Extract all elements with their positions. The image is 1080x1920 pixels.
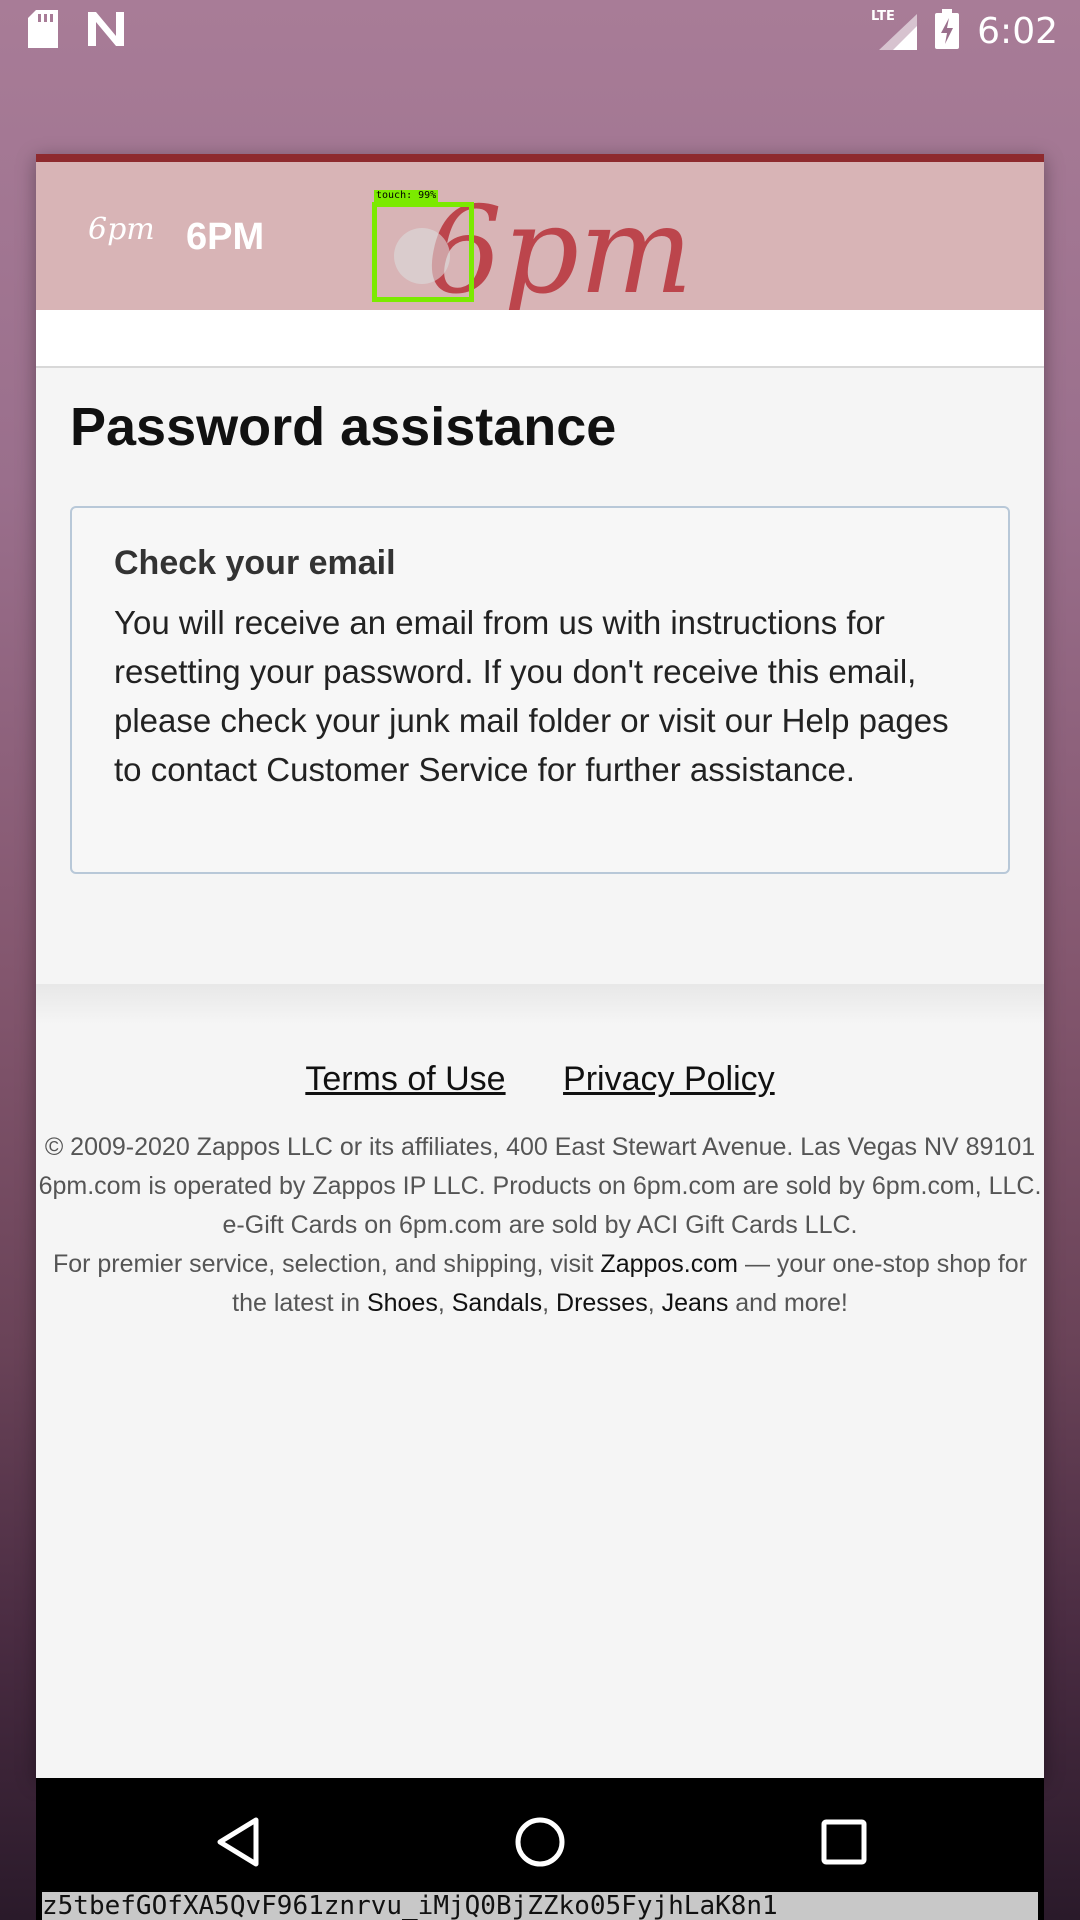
home-circle-icon <box>515 1817 565 1867</box>
recents-button[interactable] <box>814 1812 874 1872</box>
status-bar: LTE 6:02 <box>0 0 1080 64</box>
info-body: You will receive an email from us with i… <box>114 604 949 788</box>
shoes-link[interactable]: Shoes <box>367 1289 438 1317</box>
status-time: 6:02 <box>977 11 1058 52</box>
small-logo: 6pm <box>88 212 155 247</box>
footer-gift-cards: e-Gift Cards on 6pm.com are sold by ACI … <box>222 1211 858 1239</box>
footer-copyright: © 2009-2020 Zappos LLC or its affiliates… <box>44 1133 1036 1161</box>
debug-overlay-text: z5tbefGOfXA5QvF961znrvu_iMjQ0BjZZko05Fyj… <box>42 1892 1038 1920</box>
lte-signal-icon: LTE <box>871 8 918 55</box>
app-name: 6PM <box>186 216 265 258</box>
battery-charging-icon <box>935 9 960 54</box>
footer-divider <box>36 984 1044 1024</box>
privacy-policy-link[interactable]: Privacy Policy <box>563 1060 775 1098</box>
footer-premier-suffix: and more! <box>735 1289 848 1317</box>
app-header: 6pm 6PM 6pm touch: 99% <box>36 154 1044 321</box>
sd-card-icon <box>28 10 58 53</box>
app-window: 6pm 6PM 6pm touch: 99% Password assistan… <box>36 154 1044 1778</box>
footer-legal: © 2009-2020 Zappos LLC or its affiliates… <box>36 1128 1044 1323</box>
jeans-link[interactable]: Jeans <box>662 1289 729 1317</box>
sandals-link[interactable]: Sandals <box>452 1289 542 1317</box>
footer-operated: 6pm.com is operated by Zappos IP LLC. Pr… <box>38 1172 1042 1200</box>
header-spacer <box>36 310 1044 368</box>
touch-indicator-box <box>372 202 474 302</box>
info-heading: Check your email <box>114 544 396 582</box>
recents-square-icon <box>821 1819 867 1865</box>
info-box: Check your email You will receive an ema… <box>70 506 1010 874</box>
footer-premier-prefix: For premier service, selection, and ship… <box>52 1250 594 1278</box>
dresses-link[interactable]: Dresses <box>556 1289 648 1317</box>
page-title: Password assistance <box>70 397 617 457</box>
footer-premier: For premier service, selection, and ship… <box>52 1250 1028 1317</box>
footer-links: Terms of Use Privacy Policy <box>36 1060 1044 1099</box>
home-button[interactable] <box>510 1812 570 1872</box>
zappos-link[interactable]: Zappos.com <box>600 1250 738 1278</box>
svg-text:LTE: LTE <box>871 9 895 24</box>
n-logo-icon <box>86 12 126 51</box>
touch-indicator-label: touch: 99% <box>374 190 439 202</box>
back-triangle-icon <box>217 1817 259 1867</box>
terms-of-use-link[interactable]: Terms of Use <box>305 1060 505 1098</box>
back-button[interactable] <box>208 1812 268 1872</box>
